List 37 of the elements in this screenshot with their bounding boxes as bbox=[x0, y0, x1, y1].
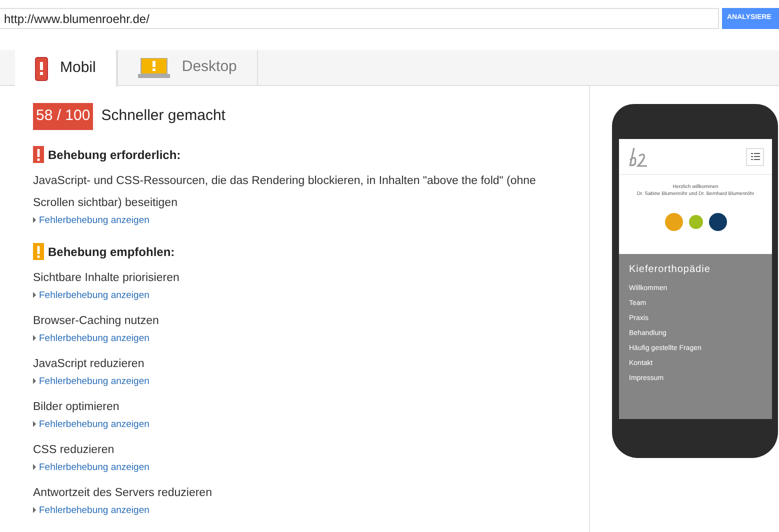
triangle-icon bbox=[33, 217, 36, 223]
tab[interactable]: Desktop bbox=[116, 50, 258, 85]
show-fix-link[interactable]: Fehlerbehebung anzeigen bbox=[33, 418, 589, 430]
show-fix-link[interactable]: Fehlerbehebung anzeigen bbox=[33, 374, 589, 388]
url-field[interactable]: http://www.blumenroehr.de/ bbox=[0, 8, 719, 29]
menu-icon bbox=[746, 148, 764, 166]
rule-text: Bilder optimieren bbox=[33, 400, 120, 414]
score-title: Schneller gemacht bbox=[101, 106, 226, 126]
triangle-icon bbox=[33, 378, 36, 384]
error-icon bbox=[33, 146, 44, 163]
ball-icon bbox=[688, 215, 702, 229]
show-fix-link[interactable]: Fehlerbehebung anzeigen bbox=[33, 460, 589, 474]
triangle-icon bbox=[33, 335, 36, 341]
ball-icon bbox=[708, 213, 726, 231]
rule-text: Antwortzeit des Servers reduzieren bbox=[33, 486, 213, 500]
triangle-icon bbox=[33, 292, 36, 298]
warning-icon bbox=[33, 243, 44, 260]
triangle-icon bbox=[33, 507, 36, 513]
score-badge: 58 / 100 bbox=[33, 103, 94, 130]
rule-text: Browser-Caching nutzen bbox=[33, 314, 160, 328]
triangle-icon bbox=[33, 421, 36, 427]
show-fix-link[interactable]: Fehlerbehebung anzeigen bbox=[33, 332, 589, 344]
laptop-warning-icon bbox=[138, 58, 170, 78]
required-fix-heading: Behebung erforderlich: bbox=[48, 146, 181, 164]
triangle-icon bbox=[33, 464, 36, 470]
rule-text: JavaScript reduzieren bbox=[33, 356, 146, 372]
tab[interactable]: Mobil bbox=[15, 50, 117, 87]
rule-text: CSS reduzieren bbox=[33, 442, 116, 458]
phone-warning-icon bbox=[35, 56, 48, 80]
ball-icon bbox=[664, 213, 682, 231]
show-fix-link[interactable]: Fehlerbehebung anzeigen bbox=[33, 288, 589, 302]
recommended-fix-heading: Behebung empfohlen: bbox=[48, 244, 175, 260]
show-fix-link[interactable]: Fehlerbehebung anzeigen bbox=[33, 214, 589, 226]
show-fix-link[interactable]: Fehlerbehebung anzeigen bbox=[33, 504, 589, 516]
rule-text: Sichtbare Inhalte priorisieren bbox=[33, 270, 180, 286]
rule-text: JavaScript- und CSS-Ressourcen, die das Rendering blockieren, in Inhalten "above the fold" (ohne Scrollen sichtbar) beseitigen bbox=[33, 174, 537, 210]
menu-title: Kieferorthopädie bbox=[629, 263, 712, 277]
